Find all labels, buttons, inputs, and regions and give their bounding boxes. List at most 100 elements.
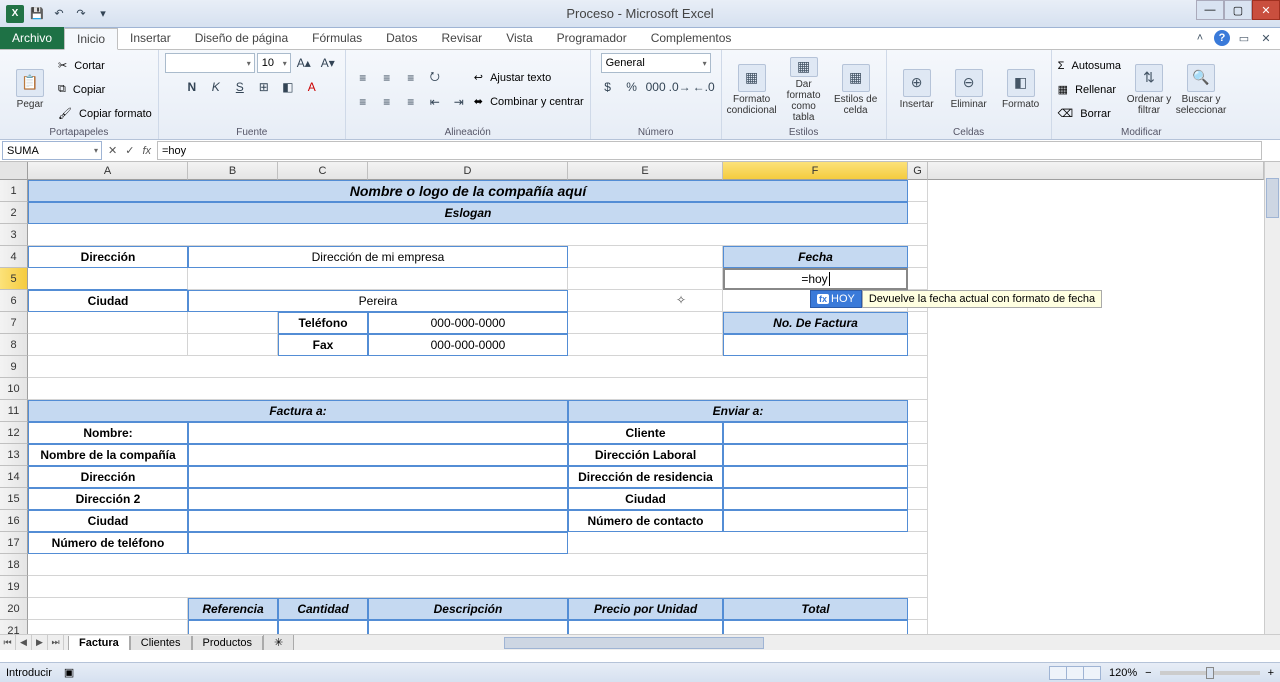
format-as-table-button[interactable]: ▦Dar formato como tabla [780, 57, 828, 123]
close-workbook-icon[interactable]: ✕ [1258, 30, 1274, 46]
underline-button[interactable]: S [229, 77, 251, 97]
tab-inicio[interactable]: Inicio [64, 28, 118, 50]
insert-function-icon[interactable]: fx [142, 145, 151, 157]
row-header-2[interactable]: 2 [0, 202, 28, 224]
row-header-3[interactable]: 3 [0, 224, 28, 246]
zoom-thumb[interactable] [1206, 667, 1214, 679]
cell-fax-label[interactable]: Fax [278, 334, 368, 356]
sheet-nav-first-icon[interactable]: ⏮ [0, 635, 16, 651]
zoom-slider[interactable] [1160, 671, 1260, 675]
cell-descripcion-header[interactable]: Descripción [368, 598, 568, 620]
tab-programador[interactable]: Programador [545, 27, 639, 49]
find-select-button[interactable]: 🔍Buscar y seleccionar [1177, 57, 1225, 123]
cancel-formula-icon[interactable]: ✕ [108, 144, 117, 157]
insert-cells-button[interactable]: ⊕Insertar [893, 57, 941, 123]
tab-insertar[interactable]: Insertar [118, 27, 183, 49]
align-middle-icon[interactable]: ≡ [376, 68, 398, 88]
paste-button[interactable]: 📋Pegar [6, 57, 54, 123]
sheet-tab-clientes[interactable]: Clientes [130, 636, 192, 651]
tab-diseno[interactable]: Diseño de página [183, 27, 300, 49]
row-header-8[interactable]: 8 [0, 334, 28, 356]
font-size-combo[interactable]: 10 [257, 53, 291, 73]
row-header-4[interactable]: 4 [0, 246, 28, 268]
file-tab[interactable]: Archivo [0, 27, 64, 49]
row-header-12[interactable]: 12 [0, 422, 28, 444]
cell-company-title[interactable]: Nombre o logo de la compañía aquí [28, 180, 908, 202]
row-header-6[interactable]: 6 [0, 290, 28, 312]
row-header-19[interactable]: 19 [0, 576, 28, 598]
format-cells-button[interactable]: ◧Formato [997, 57, 1045, 123]
enter-formula-icon[interactable]: ✓ [125, 144, 134, 157]
cell-direccion-label[interactable]: Dirección [28, 246, 188, 268]
tab-revisar[interactable]: Revisar [430, 27, 495, 49]
close-button[interactable]: ✕ [1252, 0, 1280, 20]
qat-customize-icon[interactable]: ▾ [94, 5, 112, 23]
col-header-e[interactable]: E [568, 162, 723, 180]
vertical-scrollbar[interactable] [1264, 162, 1280, 634]
new-sheet-button[interactable]: ✳ [263, 635, 294, 651]
cell-ref-header[interactable]: Referencia [188, 598, 278, 620]
help-icon[interactable]: ? [1214, 30, 1230, 46]
undo-icon[interactable]: ↶ [50, 5, 68, 23]
row-header-15[interactable]: 15 [0, 488, 28, 510]
cell-telefono-label[interactable]: Teléfono [278, 312, 368, 334]
cell-styles-button[interactable]: ▦Estilos de celda [832, 57, 880, 123]
borders-button[interactable]: ⊞ [253, 77, 275, 97]
cell-fecha-value[interactable]: =hoy [723, 268, 908, 290]
merge-center-button[interactable]: ⬌ Combinar y centrar [474, 91, 584, 113]
sheet-nav-last-icon[interactable]: ⏭ [48, 635, 64, 651]
cell-total-header[interactable]: Total [723, 598, 908, 620]
sheet-nav-next-icon[interactable]: ▶ [32, 635, 48, 651]
redo-icon[interactable]: ↷ [72, 5, 90, 23]
cell-ciudad2-label[interactable]: Ciudad [28, 510, 188, 532]
formula-input[interactable]: =hoy [157, 141, 1262, 160]
decrease-decimal-icon[interactable]: ←.0 [693, 77, 715, 97]
sheet-nav-prev-icon[interactable]: ◀ [16, 635, 32, 651]
row-header-18[interactable]: 18 [0, 554, 28, 576]
row-header-9[interactable]: 9 [0, 356, 28, 378]
increase-decimal-icon[interactable]: .0→ [669, 77, 691, 97]
tab-datos[interactable]: Datos [374, 27, 429, 49]
align-top-icon[interactable]: ≡ [352, 68, 374, 88]
sheet-tab-factura[interactable]: Factura [68, 636, 130, 651]
orientation-icon[interactable]: ⭮ [424, 68, 446, 88]
row-header-10[interactable]: 10 [0, 378, 28, 400]
minimize-button[interactable]: — [1196, 0, 1224, 20]
clear-button[interactable]: ⌫ Borrar [1058, 103, 1121, 125]
cell-ciudad-value[interactable]: Pereira [188, 290, 568, 312]
cell-dir-res-label[interactable]: Dirección de residencia [568, 466, 723, 488]
row-header-5[interactable]: 5 [0, 268, 28, 290]
align-bottom-icon[interactable]: ≡ [400, 68, 422, 88]
cells[interactable]: Nombre o logo de la compañía aquí Esloga… [28, 180, 1264, 634]
view-pagebreak-icon[interactable] [1083, 666, 1101, 680]
cell-ciudad3-label[interactable]: Ciudad [568, 488, 723, 510]
zoom-level[interactable]: 120% [1109, 667, 1137, 679]
currency-button[interactable]: $ [597, 77, 619, 97]
sheet-tab-productos[interactable]: Productos [192, 636, 264, 651]
row-header-13[interactable]: 13 [0, 444, 28, 466]
maximize-button[interactable]: ▢ [1224, 0, 1252, 20]
col-header-g[interactable]: G [908, 162, 928, 180]
cell-slogan[interactable]: Eslogan [28, 202, 908, 224]
cell-nombre-label[interactable]: Nombre: [28, 422, 188, 444]
decrease-indent-icon[interactable]: ⇤ [424, 92, 446, 112]
cell-num-tel-label[interactable]: Número de teléfono [28, 532, 188, 554]
zoom-in-icon[interactable]: + [1268, 667, 1274, 679]
cell-direccion-value[interactable]: Dirección de mi empresa [188, 246, 568, 268]
cell-direccion2-label[interactable]: Dirección [28, 466, 188, 488]
view-normal-icon[interactable] [1049, 666, 1067, 680]
decrease-font-icon[interactable]: A▾ [317, 53, 339, 73]
cell-fecha-label[interactable]: Fecha [723, 246, 908, 268]
cell-fax-value[interactable]: 000-000-0000 [368, 334, 568, 356]
wrap-text-button[interactable]: ↩ Ajustar texto [474, 67, 584, 89]
tab-formulas[interactable]: Fórmulas [300, 27, 374, 49]
sort-filter-button[interactable]: ⇅Ordenar y filtrar [1125, 57, 1173, 123]
conditional-format-button[interactable]: ▦Formato condicional [728, 57, 776, 123]
scrollbar-thumb[interactable] [504, 637, 764, 649]
font-color-button[interactable]: A [301, 77, 323, 97]
zoom-out-icon[interactable]: − [1145, 667, 1151, 679]
number-format-combo[interactable]: General [601, 53, 711, 73]
cell-cliente-label[interactable]: Cliente [568, 422, 723, 444]
minimize-ribbon-icon[interactable]: ˄ [1192, 30, 1208, 46]
row-header-20[interactable]: 20 [0, 598, 28, 620]
